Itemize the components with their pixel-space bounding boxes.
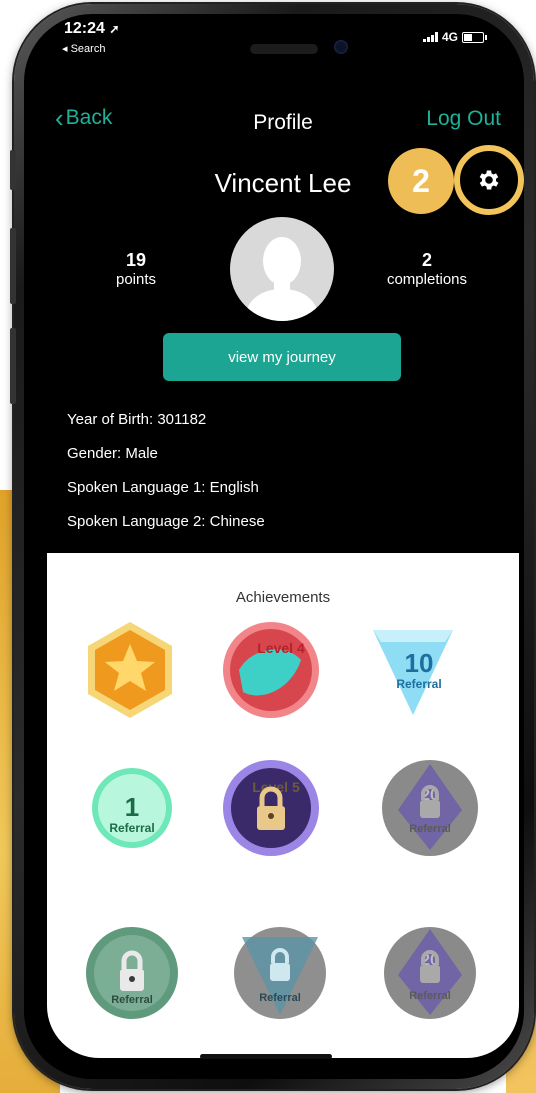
completions-label: completions [386, 271, 468, 288]
badge-level-4[interactable]: Level 4 [221, 620, 321, 720]
signal-icon [423, 32, 438, 42]
achievements-title: Achievements [235, 589, 331, 606]
gear-icon [479, 170, 499, 190]
gender: Gender: Male [67, 445, 158, 462]
status-back-app[interactable]: ◂ Search [62, 42, 105, 55]
spoken-language-1: Spoken Language 1: English [67, 479, 259, 496]
badge-referral-locked-3[interactable]: 20 Referral [380, 923, 480, 1023]
logout-button[interactable]: Log Out [426, 107, 501, 131]
view-journey-button[interactable]: view my journey [163, 333, 401, 381]
status-time: 12:24 ➚ [64, 20, 120, 37]
locked-pyramid-icon: 20 Referral [384, 927, 476, 1019]
badge-referral-locked-2[interactable]: Referral [230, 923, 330, 1023]
callout-number: 2 [388, 148, 454, 214]
locked-triangle-icon: Referral [234, 927, 326, 1019]
badge-referral-sub-3: Referral [409, 990, 451, 1002]
star-hexagon-icon [88, 622, 172, 718]
badge-10-number: 10 [405, 648, 434, 678]
locked-bubble-icon: Referral [86, 927, 178, 1019]
badge-1-referral[interactable]: 1 Referral [82, 758, 182, 858]
volume-down-button [10, 328, 16, 404]
triangle-referral-icon: 10 Referral [373, 630, 453, 715]
badge-referral-sub-1: Referral [111, 994, 153, 1006]
badge-star-hexagon[interactable] [80, 620, 180, 720]
points-stat: 19 points [96, 250, 176, 288]
front-camera [334, 40, 348, 54]
badge-20-referral-locked[interactable]: 20 Referral [380, 758, 480, 858]
year-of-birth: Year of Birth: 301182 [67, 411, 207, 428]
home-indicator[interactable] [200, 1054, 332, 1059]
bubble-referral-icon: 1 Referral [92, 768, 172, 848]
badge-20-sub: Referral [409, 823, 451, 835]
completions-value: 2 [421, 250, 432, 270]
badge-referral-locked-1[interactable]: Referral [82, 923, 182, 1023]
mute-switch [10, 150, 16, 190]
avatar[interactable] [230, 217, 334, 321]
spoken-language-2: Spoken Language 2: Chinese [67, 513, 265, 530]
network-label: 4G [442, 30, 459, 44]
badge-10-sub: Referral [396, 677, 441, 691]
badge-referral-sub-2: Referral [259, 992, 301, 1004]
locked-level-icon: Level 5 [223, 760, 319, 856]
badge-level-5-locked[interactable]: Level 5 [221, 758, 321, 858]
completions-stat: 2 completions [372, 250, 482, 288]
leaf-level-icon: Level 4 [223, 622, 319, 718]
points-value: 19 [125, 250, 147, 270]
settings-button[interactable] [454, 145, 524, 215]
user-silhouette-icon [244, 237, 320, 321]
locked-pyramid-icon: 20 Referral [382, 760, 478, 856]
badge-1-sub: Referral [109, 821, 154, 835]
badge-10-referral[interactable]: 10 Referral [363, 620, 463, 720]
nav-bar: ‹ Back Profile Log Out [47, 95, 519, 145]
speaker [250, 44, 318, 54]
badge-level-4-label: Level 4 [257, 640, 305, 656]
points-label: points [115, 271, 157, 288]
achievements-panel: Achievements Level 4 10 Referral 1 Refer… [47, 553, 519, 1058]
badge-1-number: 1 [125, 792, 139, 822]
status-indicators: 4G [423, 30, 488, 44]
battery-icon [462, 31, 488, 43]
volume-up-button [10, 228, 16, 304]
